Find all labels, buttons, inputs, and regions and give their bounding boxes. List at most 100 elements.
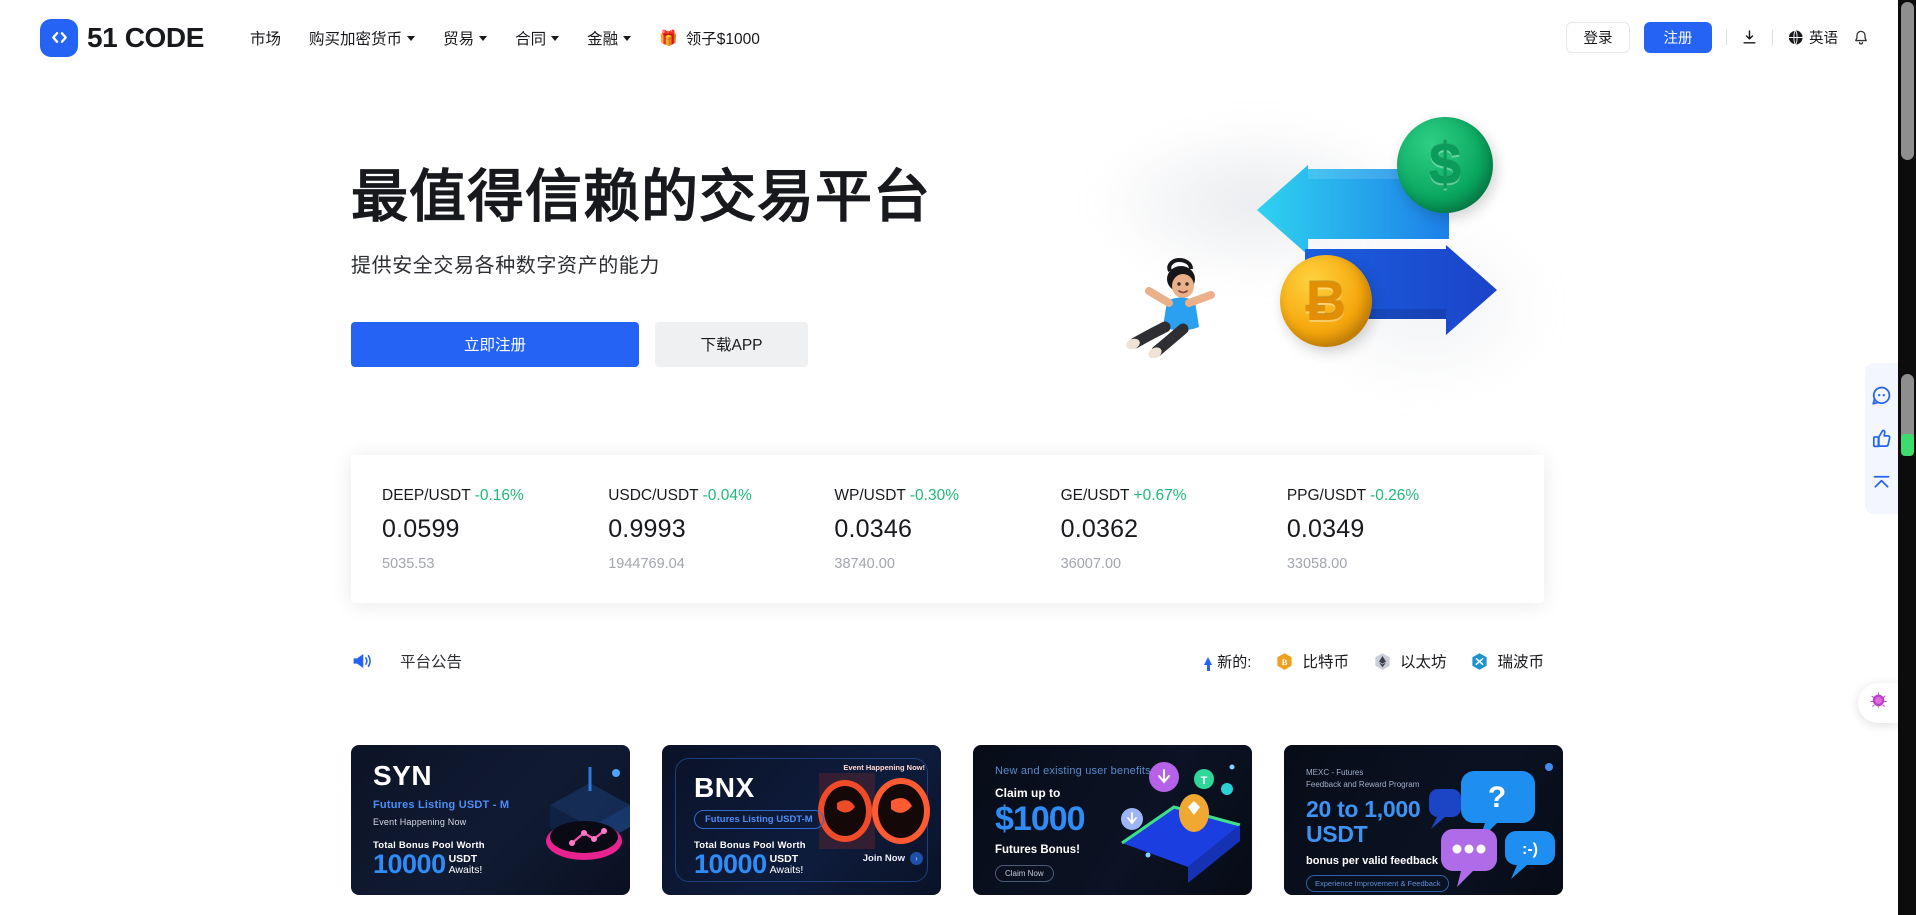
claim-now-button[interactable]: Claim Now: [995, 865, 1054, 882]
ripple-icon: [1472, 652, 1488, 670]
nav-item-trade[interactable]: 贸易: [443, 27, 488, 49]
ticker-pair: DEEP/USDT: [382, 486, 471, 504]
hero-cta-group: 立即注册 下载APP: [351, 321, 931, 367]
promo-card-bnx[interactable]: Event Happening Now! BNX Futures Listing…: [662, 745, 941, 895]
ticker-change: -0.26%: [1370, 486, 1420, 504]
promo-content: SYN Futures Listing USDT - M Event Happe…: [351, 745, 630, 895]
ticker-header: WP/USDT -0.30%: [834, 487, 1060, 505]
bell-icon[interactable]: [1852, 29, 1870, 47]
promo-amount-unit: USDT: [448, 852, 478, 865]
scroll-to-top-icon[interactable]: [1871, 471, 1892, 492]
ticker-price: 0.0362: [1060, 514, 1139, 543]
code-brackets-icon: [40, 18, 78, 57]
hero-illustration: $ Ƀ: [1065, 103, 1565, 413]
chevron-down-icon: [623, 36, 632, 41]
divider: [1726, 30, 1727, 45]
promo-amount-line2: USDT: [1306, 821, 1368, 848]
download-icon[interactable]: [1741, 29, 1758, 46]
join-now-label: Join Now: [862, 853, 905, 864]
ticker-change: -0.16%: [474, 486, 524, 504]
ticker-price: 0.9993: [608, 514, 686, 543]
nav-item-buy-crypto[interactable]: 购买加密货币: [309, 27, 416, 49]
promo-line2: bonus per valid feedback: [1306, 854, 1439, 867]
promo-card-feedback[interactable]: ? :-) MEXC - Futures Feedback and Reward…: [1284, 745, 1563, 895]
coin-chip-ripple[interactable]: 瑞波币: [1470, 650, 1544, 672]
page-root: 51 CODE 市场 购买加密货币 贸易 合同 金融 �: [0, 0, 1916, 915]
coin-chip-bitcoin[interactable]: B 比特币: [1275, 650, 1349, 672]
promo-content: New and existing user benefits Claim up …: [973, 745, 1252, 895]
ticker-change: +0.67%: [1133, 486, 1187, 504]
promo-amount-line1: 20 to 1,000: [1306, 796, 1421, 823]
register-now-button[interactable]: 立即注册: [351, 321, 639, 367]
site-header: 51 CODE 市场 购买加密货币 贸易 合同 金融 �: [0, 0, 1898, 75]
login-button[interactable]: 登录: [1566, 22, 1630, 53]
ticker-price: 0.0349: [1286, 514, 1365, 543]
chevron-down-icon: [479, 36, 488, 41]
download-app-button[interactable]: 下载APP: [655, 321, 808, 367]
nav-label: 贸易: [443, 30, 475, 48]
promo-amount-suffix: Awaits!: [448, 863, 483, 876]
nav-item-market[interactable]: 市场: [250, 27, 281, 49]
promo-content: MEXC - Futures Feedback and Reward Progr…: [1284, 745, 1563, 895]
ticker-card[interactable]: DEEP/USDT -0.16% 0.0599 5035.53: [382, 487, 608, 572]
ticker-volume: 38740.00: [834, 555, 895, 572]
announcement-left: 平台公告: [351, 650, 462, 672]
promo-card-claim-1000[interactable]: T New and existing user benefits Claim u…: [973, 745, 1252, 895]
promo-line1: Claim up to: [995, 786, 1061, 800]
ticker-volume: 5035.53: [382, 555, 435, 572]
hero-copy: 最值得信赖的交易平台 提供安全交易各种数字资产的能力 立即注册 下载APP: [351, 165, 931, 367]
coin-name: 瑞波币: [1497, 654, 1544, 671]
announcement-label[interactable]: 平台公告: [400, 650, 462, 672]
language-selector[interactable]: 英语: [1787, 27, 1838, 48]
signup-button[interactable]: 注册: [1644, 22, 1712, 53]
brand-logo[interactable]: 51 CODE: [40, 18, 205, 57]
thumbs-up-icon[interactable]: [1871, 428, 1892, 449]
ticker-card[interactable]: GE/USDT +0.67% 0.0362 36007.00: [1061, 487, 1287, 572]
promo-line1: Futures Listing USDT - M: [373, 799, 510, 811]
promo-content: BNX Futures Listing USDT-M Total Bonus P…: [662, 745, 941, 895]
ticker-pair: WP/USDT: [834, 486, 906, 504]
ticker-volume: 1944769.04: [608, 555, 685, 572]
page-scrollbar[interactable]: [1898, 0, 1916, 915]
chat-bubble-icon[interactable]: [1871, 385, 1892, 406]
ticker-header: USDC/USDT -0.04%: [608, 487, 834, 505]
ticker-change: -0.30%: [909, 486, 959, 504]
promo-amount: 10000: [373, 849, 446, 879]
join-now-button[interactable]: Join Now ›: [863, 852, 923, 865]
nav-label: 领子$1000: [685, 30, 760, 48]
ticker-pair: USDC/USDT: [608, 486, 699, 504]
ticker-volume: 36007.00: [1060, 555, 1122, 572]
svg-text:B: B: [1282, 657, 1288, 667]
promo-eyebrow-line2: Feedback and Reward Program: [1306, 779, 1420, 789]
coin-name: 比特币: [1302, 654, 1349, 671]
ticker-header: GE/USDT +0.67%: [1061, 487, 1287, 505]
promo-card-syn[interactable]: SYN Futures Listing USDT - M Event Happe…: [351, 745, 630, 895]
nav-item-finance[interactable]: 金融: [587, 27, 632, 49]
promo-line2: Futures Bonus!: [995, 844, 1080, 856]
nav-item-contract[interactable]: 合同: [515, 27, 560, 49]
nav-label: 购买加密货币: [309, 30, 403, 48]
ticker-card[interactable]: PPG/USDT -0.26% 0.0349 33058.00: [1287, 487, 1513, 572]
coin-chip-ethereum[interactable]: 以太坊: [1373, 650, 1447, 672]
coin-name: 以太坊: [1399, 654, 1447, 671]
ticker-card[interactable]: USDC/USDT -0.04% 0.9993 1944769.04: [608, 487, 834, 572]
chevron-down-icon: [407, 36, 416, 41]
scrollbar-marker: [1901, 434, 1914, 456]
nav-item-claim-1000[interactable]: 🎁 领子$1000: [659, 27, 760, 49]
scrollbar-thumb-top[interactable]: [1901, 2, 1914, 160]
location-pin-icon[interactable]: [1858, 683, 1898, 723]
brand-name: 51 CODE: [87, 21, 205, 53]
nav-label: 市场: [250, 30, 282, 48]
promo-pill: Futures Listing USDT-M: [694, 810, 824, 829]
market-ticker-panel: DEEP/USDT -0.16% 0.0599 5035.53 USDC/USDT…: [351, 455, 1544, 603]
language-label: 英语: [1809, 31, 1838, 47]
arrow-up-icon: [1204, 657, 1213, 671]
page-title: 最值得信赖的交易平台: [351, 165, 931, 229]
promo-amount-suffix: Awaits!: [769, 863, 804, 876]
ticker-price: 0.0599: [382, 514, 460, 543]
ticker-card[interactable]: WP/USDT -0.30% 0.0346 38740.00: [834, 487, 1060, 572]
promo-eyebrow: New and existing user benefits: [995, 765, 1151, 777]
nav-label: 金融: [587, 30, 619, 48]
flying-person-icon: [1126, 257, 1215, 358]
chevron-down-icon: [551, 36, 560, 41]
